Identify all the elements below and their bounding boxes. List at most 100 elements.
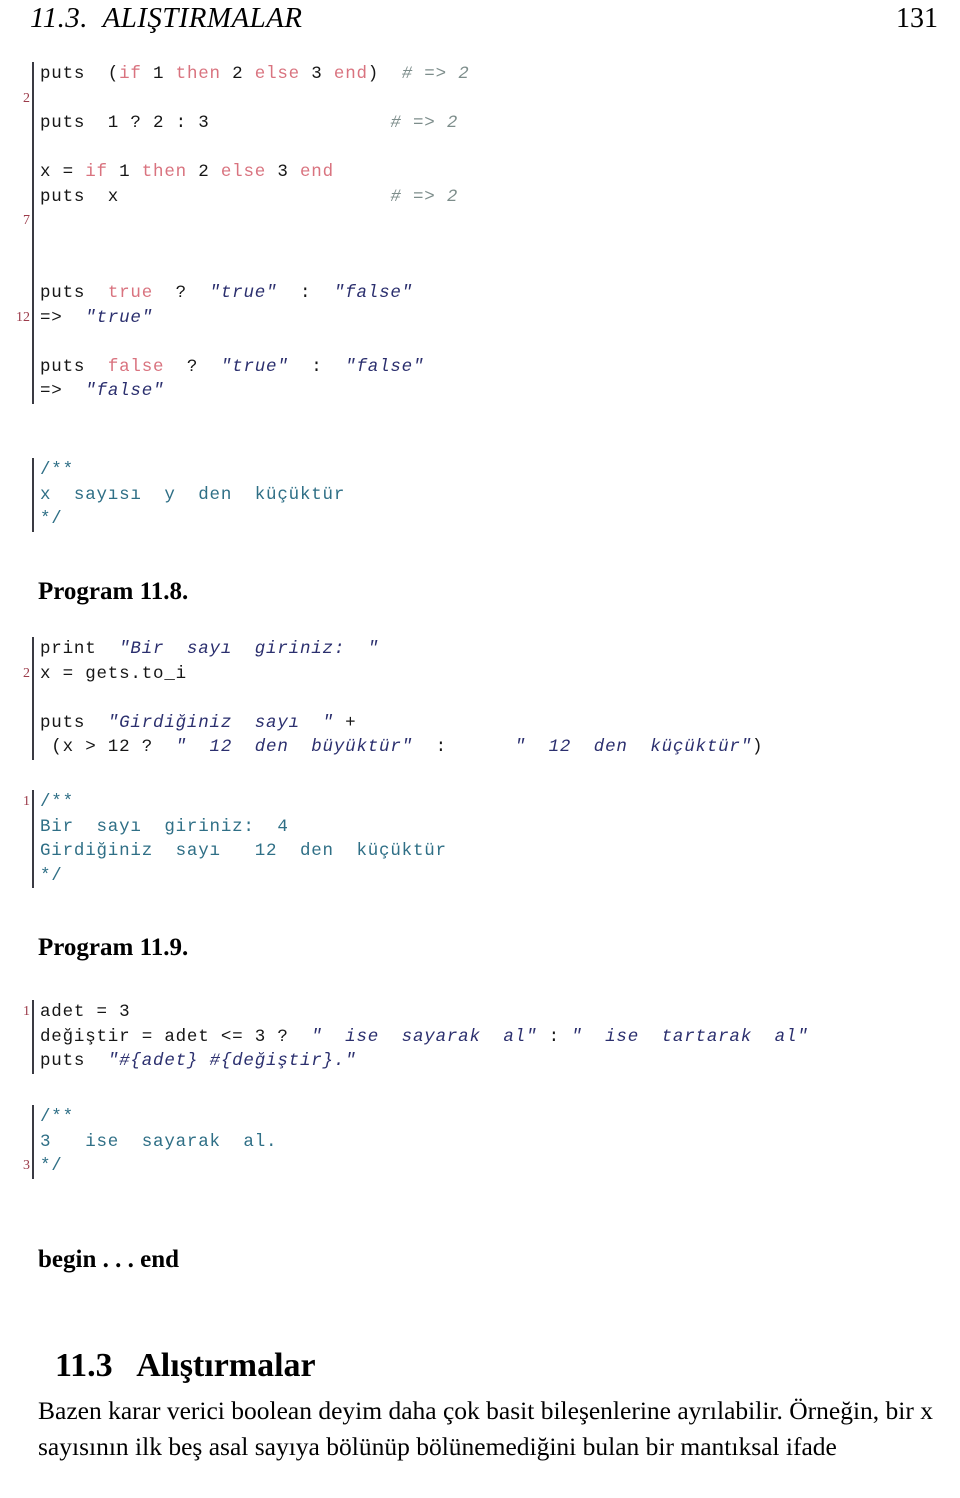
listing-vertical-rule [32,790,34,888]
code-line: puts 1 ? 2 : 3 # => 2 [40,111,942,136]
code-line: puts true ? "true" : "false" [40,281,942,306]
code-token: ) [752,737,764,757]
code-token: " 12 den büyüktür" [175,737,413,757]
code-token: # => 2 [401,64,470,84]
code-token: end [299,162,334,182]
code-line: puts "#{adet} #{değiştir}." [40,1049,942,1074]
listing-vertical-rule [32,281,34,404]
code-token: "Girdiğiniz sayı " [107,712,334,733]
code-token: puts 1 ? 2 : 3 [40,113,391,133]
code-line: (x > 12 ? " 12 den büyüktür" : " 12 den … [40,735,942,760]
code-token: "false" [333,283,413,303]
listing-vertical-rule [32,1000,34,1074]
code-token: adet = 3 [40,1002,131,1022]
code-lines: print "Bir sayı giriniz: " x = gets.to_i … [40,637,942,760]
code-token: 3 ise sayarak al. [40,1131,278,1152]
listing-vertical-rule [32,637,34,760]
code-token: if [119,64,142,84]
section-heading: 11.3 Alıştırmalar [38,1309,316,1385]
code-token: /** [40,1107,74,1127]
page-number: 131 [896,3,938,34]
code-lines: adet = 3 değiştir = adet <= 3 ? " ise say… [40,1000,942,1074]
code-token: 3 [299,64,334,84]
code-token: "true" [220,356,289,377]
code-token: false [107,356,165,377]
code-token: "Bir sayı giriniz: " [119,639,380,659]
line-number: 2 [23,90,30,106]
code-token: "false" [345,356,425,377]
line-number: 3 [23,1158,30,1173]
code-line: x = gets.to_i [40,662,942,687]
listing-program-11-9-output: /** 3 ise sayarak al. */ 3 [12,1105,942,1179]
listing-vertical-rule [32,62,34,283]
listing-vertical-rule [32,458,34,532]
program-caption-11-9: Program 11.9. [38,934,189,961]
header-chapter-title: 11.3. ALIŞTIRMALAR [30,2,303,34]
listing-vertical-rule [32,1105,34,1179]
code-token: : [277,283,334,303]
line-number: 1 [23,1004,30,1019]
code-token: " ise sayarak al" [311,1026,538,1047]
code-lines: /** x sayısı y den küçüktür */ [40,458,942,532]
code-lines: puts true ? "true" : "false" => "true" pu… [40,281,942,404]
code-line: => "false" [40,379,942,404]
section-heading-gap [113,1347,137,1384]
code-line: print "Bir sayı giriniz: " [40,637,942,662]
code-token: : [412,737,515,757]
code-token: ? [153,283,210,303]
program-caption-11-8: Program 11.8. [38,578,189,605]
code-token: "true" [209,283,278,303]
code-token: => [40,307,86,328]
code-line: değiştir = adet <= 3 ? " ise sayarak al"… [40,1025,942,1050]
code-token: /** [40,792,74,812]
code-token: */ [40,865,63,886]
code-lines: /** 3 ise sayarak al. */ [40,1105,942,1179]
line-number: 2 [23,665,30,681]
code-token: => [40,381,86,401]
begin-end-label: begin . . . end [38,1246,180,1273]
code-line: Girdiğiniz sayı 12 den küçüktür [40,839,942,864]
code-token: /** [40,460,74,480]
code-token: x = [40,162,86,182]
code-token: ? [164,356,221,377]
code-token: puts x [40,186,391,207]
code-token: puts ( [40,64,120,84]
code-token: if [85,162,108,182]
body-paragraph: Bazen karar verici boolean deyim daha ço… [38,1396,934,1461]
code-token: else [220,162,267,182]
code-line: puts false ? "true" : "false" [40,355,942,380]
code-token: (x > 12 ? [40,737,176,757]
code-token: # => 2 [390,113,459,133]
code-token: : [537,1026,572,1047]
code-token: x = gets.to_i [40,663,187,684]
code-token: : [288,356,346,377]
code-line: Bir sayı giriniz: 4 [40,815,942,840]
code-token: end [333,64,368,84]
code-token: # => 2 [390,186,459,207]
code-token: */ [40,1156,63,1176]
line-number: 1 [23,794,30,809]
code-line: */ [40,507,942,532]
code-line: puts "Girdiğiniz sayı " + [40,711,942,736]
code-token: true [107,283,154,303]
code-line: 3 ise sayarak al. [40,1130,942,1155]
code-token: puts [40,283,108,303]
code-token: else [254,64,300,84]
listing-program-11-8-output: /** Bir sayı giriniz: 4 Girdiğiniz sayı 12… [12,790,942,888]
code-token: 2 [186,162,221,182]
code-token: değiştir = adet <= 3 ? [40,1026,312,1047]
code-token: 3 [266,162,300,182]
listing-ternary-if: puts (if 1 then 2 else 3 end) # => 2 put… [12,62,942,283]
code-token: "#{adet} #{değiştir}." [107,1051,357,1071]
code-token: 2 [220,64,255,84]
code-token: then [141,162,187,182]
code-token: x sayısı y den küçüktür [40,484,346,505]
code-token: " 12 den küçüktür" [514,737,753,757]
code-token: "false" [85,381,165,401]
